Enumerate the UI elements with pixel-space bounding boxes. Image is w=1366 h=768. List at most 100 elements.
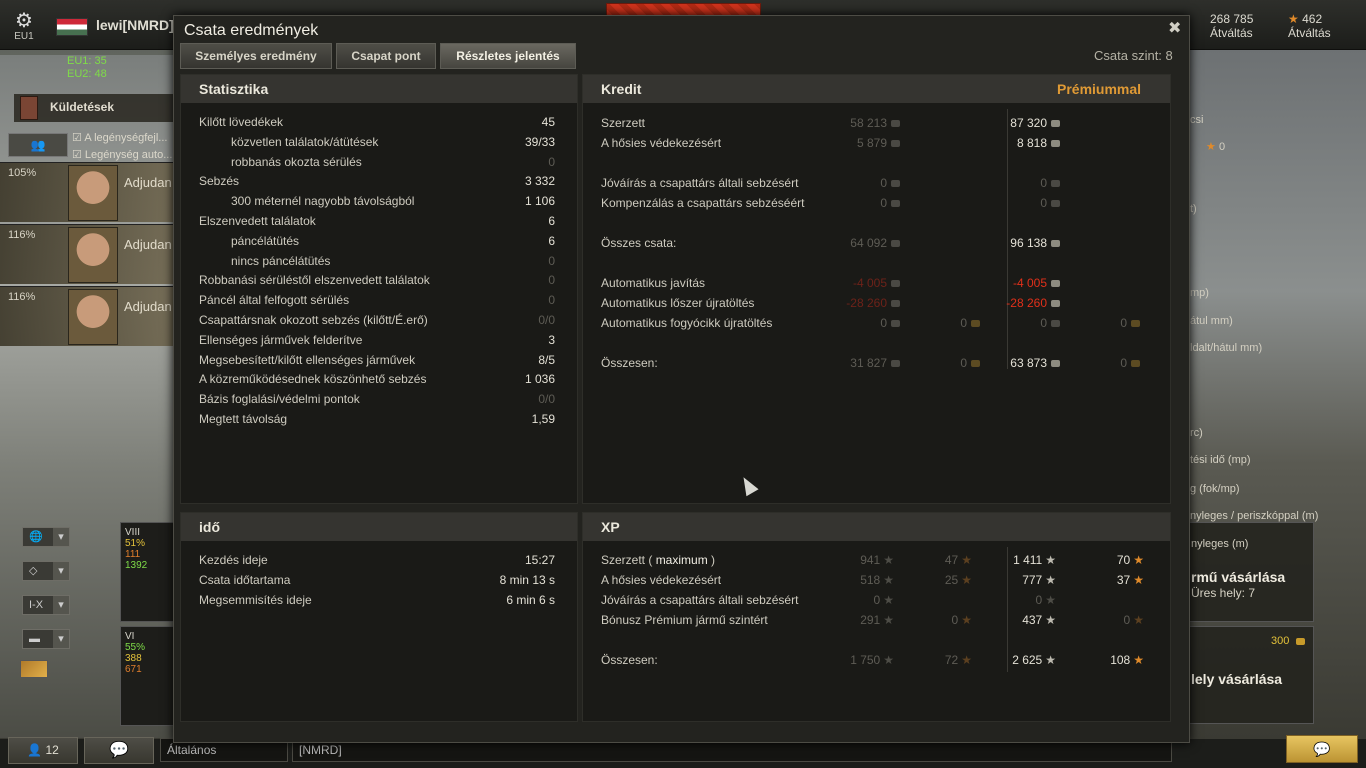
crew-percent: 116% [8,229,36,241]
stats-header: Statisztika [181,75,577,103]
stat-value: 0 [548,253,555,268]
tank-stat-label: rc) [1190,427,1203,439]
free-xp-base-value: 25 ★ [944,573,972,587]
stat-label: közvetlen találatok/átütések [231,134,379,149]
tank-stat: 671 [125,664,142,675]
camo-filter-icon[interactable] [20,660,48,678]
credit-icon [891,320,900,328]
tank-filter-icon[interactable]: ▬ [22,629,70,649]
crew-accelerate-checkbox[interactable]: ☑ A legénységfejl... [72,131,167,144]
xp-base-value: 291 ★ [860,613,894,627]
orange-star-icon: ★ [961,613,972,627]
time-label: Csata időtartama [199,573,291,587]
tank-stat-label: nyleges / periszkóppal (m) [1190,510,1319,522]
stat-value: 6 [548,233,555,248]
tank-winrate: 55% [125,642,146,653]
crew-rank: Adjudan [124,175,172,190]
person-icon: 👤 [27,743,43,757]
tank-stat-label: nyleges (m) [1191,538,1249,550]
crew-accelerate-label: A legénységfejl... [84,132,168,144]
crew-group-icon[interactable]: 👥 [8,133,68,157]
crew-member[interactable]: 116% Adjudan [0,224,175,284]
tank-card[interactable]: VI 55% 388 671 [120,626,175,726]
stat-label: Megsebesített/kilőtt ellenséges járművek [199,352,416,367]
tank-tier: VI [125,631,135,642]
credit-premium-value: 0 [1040,196,1060,210]
credit-base-value: 0 [880,196,900,210]
xp-premium-value: 777 ★ [1022,573,1056,587]
chat-icon[interactable]: 💬 [84,737,154,764]
players-button[interactable]: 👤 12 [8,737,78,764]
empty-slots: Üres hely: 7 [1191,586,1256,600]
xp-premium-value: 2 625 ★ [1012,653,1056,667]
crew-auto-checkbox[interactable]: ☑ Legénység auto... [72,148,172,161]
credit-icon [891,360,900,368]
credit-panel: Kredit Prémiummal Szerzett 58 213 87 320 A … [582,74,1171,504]
player-name[interactable]: lewi[NMRD] [96,17,174,33]
gold-display[interactable]: ★ 462 Átváltás [1288,12,1331,40]
tier-filter[interactable]: I-X [22,595,70,615]
tank-card[interactable]: VIII 51% 111 1392 [120,522,175,622]
credit-premium-value: 0 [1040,316,1060,330]
star-icon: ★ [1045,653,1056,667]
credit-label: Automatikus fogyócikk újratöltés [601,316,773,330]
gold-coin-icon [1131,320,1140,328]
tab-team-score[interactable]: Csapat pont [336,43,436,69]
free-xp-base-value: 47 ★ [944,553,972,567]
orange-star-icon: ★ [961,553,972,567]
time-value: 15:27 [524,553,555,567]
credit-label: A hősies védekezésért [601,136,722,150]
credit-icon [1051,140,1060,148]
credit-icon [1051,300,1060,308]
type-filter-icon[interactable]: ◇ [22,561,70,581]
settings-gear-icon[interactable]: ⚙ EU1 [10,8,38,48]
star-icon: ★ [1045,553,1056,567]
players-count: 12 [45,743,59,757]
credit-base-value: 5 879 [857,136,900,150]
credit-premium-value: -28 260 [1006,296,1060,310]
slot-price: 300 [1271,635,1306,647]
stat-label: Bázis foglalási/védelmi pontok [199,392,360,407]
gold-base-value: 0 [960,356,980,370]
credit-label: Kompenzálás a csapattárs sebzéséért [601,196,805,210]
credit-icon [1051,120,1060,128]
tab-detailed-report[interactable]: Részletes jelentés [440,43,576,69]
tank-battles: 388 [125,653,142,664]
credit-base-value: -4 005 [853,276,900,290]
star-icon: ★ [1045,613,1056,627]
crew-member[interactable]: 116% Adjudan [0,286,175,346]
tab-personal[interactable]: Személyes eredmény [180,43,332,69]
credit-label: Szerzett [601,116,646,130]
tank-stat-label: t) [1190,203,1197,215]
nation-filter-globe-icon[interactable]: 🌐 [22,527,70,547]
xp-premium-value: 437 ★ [1022,613,1056,627]
credits-display[interactable]: 268 785 Átváltás [1210,12,1253,40]
time-label: Kezdés ideje [199,553,268,567]
notifications-icon[interactable]: 💬 [1286,735,1358,763]
orange-star-icon: ★ [1133,653,1144,667]
buy-barracks-slot[interactable]: 300 lely vásárlása [1180,626,1314,724]
stat-value: 3 332 [524,174,555,189]
missions-icon [20,96,38,120]
stat-value: 0 [548,273,555,288]
credit-icon [1051,240,1060,248]
stat-label: Kilőtt lövedékek [199,115,284,129]
credit-premium-value: 63 873 [1010,356,1060,370]
stat-label: nincs páncélátütés [231,253,331,268]
xp-label: A hősies védekezésért [601,573,722,587]
xp-label: Jóváírás a csapattárs általi sebzésért [601,593,799,607]
close-icon[interactable]: ✖ [1168,18,1186,38]
credit-icon [891,200,900,208]
crew-auto-label: Legénység auto... [84,149,173,161]
crew-member[interactable]: 105% Adjudan [0,162,175,222]
premium-label: Prémiummal [1057,81,1142,97]
gold-coin-icon [1131,360,1140,368]
orange-star-icon: ★ [961,653,972,667]
star-icon: ★ [883,573,894,587]
stat-label: páncélátütés [231,233,300,248]
buy-tank-slot[interactable]: nyleges (m) rmű vásárlása Üres hely: 7 [1180,522,1314,622]
credit-label: Összesen: [601,356,658,370]
missions-button[interactable]: Küldetések [14,94,174,122]
gold-exchange-label: Átváltás [1288,26,1331,40]
stat-label: Megtett távolság [199,412,288,426]
